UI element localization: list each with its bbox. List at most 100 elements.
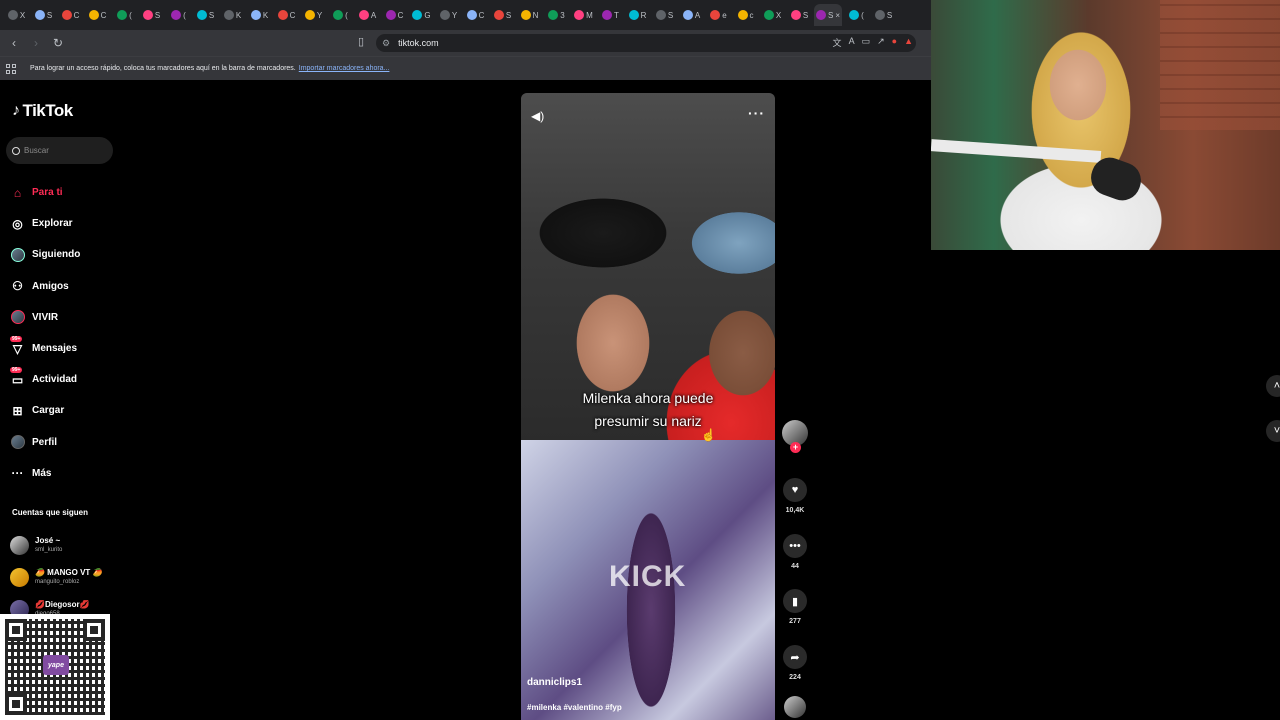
like-button[interactable]: ♥ 10,4K xyxy=(781,478,809,514)
site-settings-icon[interactable]: ⚙ xyxy=(382,38,390,49)
video-player[interactable]: KICK ◀) ··· Milenka ahora puede presumir… xyxy=(521,93,775,720)
browser-tab[interactable]: R xyxy=(625,4,650,26)
browser-tab[interactable]: C xyxy=(382,4,407,26)
browser-tab[interactable]: S xyxy=(193,4,218,26)
account-name: 🥭 MANGO VT 🥭 xyxy=(35,568,103,577)
forward-icon[interactable]: › xyxy=(28,35,44,51)
bookmark-icon[interactable]: ▯ xyxy=(358,35,368,49)
sidebar-item-label: Amigos xyxy=(32,280,69,292)
following-avatar-icon xyxy=(10,247,25,262)
language-icon[interactable]: A xyxy=(849,36,855,49)
tab-favicon-icon xyxy=(493,10,504,20)
sound-disc-button[interactable] xyxy=(781,696,809,718)
browser-tab[interactable]: S xyxy=(871,4,896,26)
reload-icon[interactable]: ↻ xyxy=(50,35,66,51)
sidebar-item-actividad[interactable]: ▭ 99+ Actividad xyxy=(10,364,80,395)
comment-icon: ••• xyxy=(783,534,807,558)
browser-tab[interactable]: C xyxy=(58,4,83,26)
browser-tab[interactable]: ( xyxy=(844,4,869,26)
share-count: 224 xyxy=(789,674,801,681)
sidebar-item-para-ti[interactable]: ⌂ Para ti xyxy=(10,177,80,208)
tab-label: S xyxy=(667,10,674,20)
browser-tab[interactable]: M xyxy=(571,4,596,26)
browser-tab[interactable]: G xyxy=(409,4,434,26)
browser-tab[interactable]: S × xyxy=(814,4,842,26)
browser-tab[interactable]: C xyxy=(85,4,110,26)
browser-tab[interactable]: S xyxy=(490,4,515,26)
previous-video-button[interactable]: ˄ xyxy=(1266,375,1280,397)
cast-icon[interactable]: ▭ xyxy=(862,36,871,49)
browser-tab[interactable]: A xyxy=(355,4,380,26)
share-icon[interactable]: ↗ xyxy=(877,36,885,49)
sidebar-item-vivir[interactable]: VIVIR xyxy=(10,302,80,333)
browser-tab[interactable]: C xyxy=(463,4,488,26)
browser-tab[interactable]: K xyxy=(220,4,245,26)
browser-tab[interactable]: Y xyxy=(301,4,326,26)
tab-label: R xyxy=(640,10,647,20)
browser-tab[interactable]: ( xyxy=(328,4,353,26)
list-item[interactable]: José ~ sml_kurito xyxy=(10,529,102,561)
tab-label: C xyxy=(73,10,80,20)
comment-button[interactable]: ••• 44 xyxy=(781,534,809,570)
browser-tab[interactable]: C xyxy=(274,4,299,26)
follow-plus-icon[interactable]: + xyxy=(790,442,801,453)
browser-tab[interactable]: Y xyxy=(436,4,461,26)
sidebar-item-perfil[interactable]: Perfil xyxy=(10,427,80,458)
browser-tab[interactable]: S xyxy=(31,4,56,26)
tab-label: A xyxy=(694,10,701,20)
save-button[interactable]: ▮ 277 xyxy=(781,589,809,625)
next-video-button[interactable]: ˅ xyxy=(1266,420,1280,442)
close-tab-icon[interactable]: × xyxy=(835,11,840,20)
tab-favicon-icon xyxy=(574,10,585,20)
import-bookmarks-link[interactable]: Importar marcadores ahora... xyxy=(299,65,390,72)
tab-favicon-icon xyxy=(88,10,99,20)
messages-icon: ▽ 99+ xyxy=(10,336,23,356)
browser-tab[interactable]: S xyxy=(139,4,164,26)
tab-label: S xyxy=(46,10,53,20)
back-icon[interactable]: ‹ xyxy=(6,35,22,51)
search-input[interactable]: Buscar xyxy=(6,137,113,164)
donation-qr-code: yape xyxy=(0,614,110,720)
sidebar-item-cargar[interactable]: ⊞ Cargar xyxy=(10,395,80,426)
browser-tab[interactable]: ( xyxy=(166,4,191,26)
browser-tab[interactable]: S xyxy=(652,4,677,26)
browser-tab[interactable]: T xyxy=(598,4,623,26)
author-avatar-button[interactable]: + xyxy=(781,420,809,453)
translate-icon[interactable]: 文 xyxy=(833,36,842,49)
yape-logo: yape xyxy=(43,655,69,675)
sidebar-item-explorar[interactable]: ◎ Explorar xyxy=(10,208,80,239)
alert-icon[interactable]: ▲ xyxy=(904,36,913,49)
sidebar-item-mensajes[interactable]: ▽ 99+ Mensajes xyxy=(10,333,80,364)
tab-label: ( xyxy=(345,10,348,20)
browser-tab[interactable]: X xyxy=(4,4,29,26)
apps-icon[interactable] xyxy=(6,63,16,74)
list-item[interactable]: 🥭 MANGO VT 🥭 manguito_robloz xyxy=(10,561,102,593)
tab-label: C xyxy=(289,10,296,20)
more-options-icon[interactable]: ··· xyxy=(748,105,765,121)
sidebar-item-mas[interactable]: ··· Más xyxy=(10,458,80,489)
share-button[interactable]: ➦ 224 xyxy=(781,645,809,681)
comment-count: 44 xyxy=(791,563,799,570)
browser-tab[interactable]: e xyxy=(706,4,731,26)
activity-badge: 99+ xyxy=(10,367,23,374)
tiktok-logo[interactable]: ♪ TikTok xyxy=(12,101,73,121)
video-hashtags[interactable]: #milenka #valentino #fyp xyxy=(527,703,622,712)
browser-tab[interactable]: ( xyxy=(112,4,137,26)
sidebar-item-siguiendo[interactable]: Siguiendo xyxy=(10,239,80,270)
tab-favicon-icon xyxy=(385,10,396,20)
browser-tab[interactable]: A xyxy=(679,4,704,26)
browser-tab[interactable]: X xyxy=(760,4,785,26)
browser-tab[interactable]: 3 xyxy=(544,4,569,26)
browser-tab[interactable]: K xyxy=(247,4,272,26)
qr-pattern: yape xyxy=(5,619,105,715)
video-author[interactable]: danniclips1 xyxy=(527,677,582,688)
tab-label: G xyxy=(424,10,431,20)
sidebar-item-amigos[interactable]: ⚇ Amigos xyxy=(10,271,80,302)
tab-label: Y xyxy=(451,10,458,20)
browser-tab[interactable]: S xyxy=(787,4,812,26)
browser-tab[interactable]: c xyxy=(733,4,758,26)
browser-tab[interactable]: N xyxy=(517,4,542,26)
volume-icon[interactable]: ◀) xyxy=(531,109,544,123)
sound-disc-icon xyxy=(784,696,806,718)
extension-icon[interactable]: ● xyxy=(892,36,897,49)
